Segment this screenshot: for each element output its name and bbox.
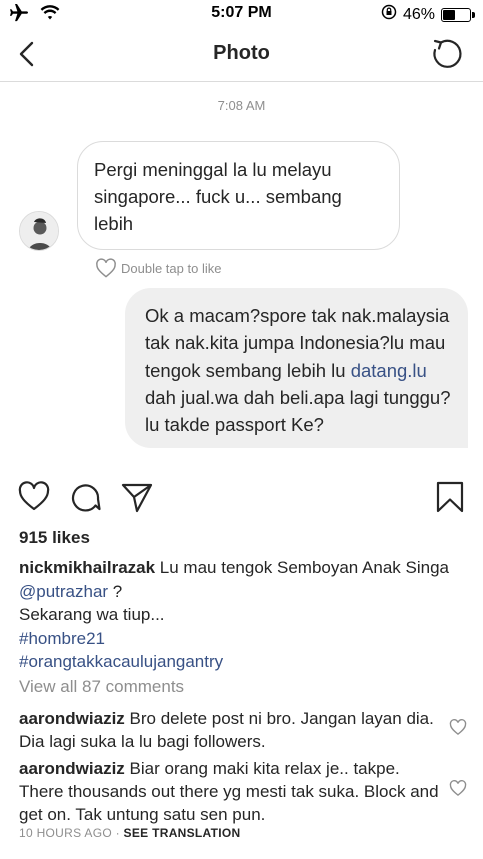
- status-bar: 5:07 PM 46%: [0, 0, 483, 28]
- heart-outline-icon: [449, 719, 467, 735]
- post-time-ago: 10 HOURS AGO: [19, 826, 112, 840]
- comment-icon: [71, 484, 101, 512]
- view-all-comments-link[interactable]: View all 87 comments: [19, 677, 184, 697]
- comment-username[interactable]: aarondwiaziz: [19, 759, 125, 778]
- like-count[interactable]: 915 likes: [19, 528, 90, 548]
- battery-level: [443, 9, 455, 20]
- page-title: Photo: [213, 42, 270, 64]
- caption-text-after: ?: [108, 581, 123, 601]
- heart-outline-icon: [96, 258, 116, 278]
- comment-like-button[interactable]: [449, 779, 467, 797]
- share-button[interactable]: [120, 480, 154, 514]
- see-translation-link[interactable]: SEE TRANSLATION: [124, 826, 241, 840]
- post-footer: 10 HOURS AGO · SEE TRANSLATION: [19, 826, 241, 840]
- message-link[interactable]: datang.lu: [351, 360, 427, 381]
- bookmark-icon: [436, 481, 464, 513]
- message-thread: 7:08 AM Pergi meninggal la lu melayu sin…: [0, 83, 483, 468]
- like-button[interactable]: [17, 480, 51, 514]
- double-tap-label: Double tap to like: [121, 260, 222, 276]
- caption-mention[interactable]: @putrazhar: [19, 582, 108, 601]
- avatar-image: [20, 212, 58, 250]
- post-caption: nickmikhailrazak Lu mau tengok Semboyan …: [19, 556, 469, 674]
- post-actions: [0, 480, 483, 516]
- outgoing-text-end: dah jual.wa dah beli.apa lagi tunggu? lu…: [145, 386, 451, 436]
- hashtag-orangtakkacau[interactable]: #orangtakkacaulujangantry: [19, 650, 469, 674]
- incoming-message-bubble[interactable]: Pergi meninggal la lu melayu singapore..…: [77, 141, 400, 250]
- heart-outline-icon: [449, 780, 467, 796]
- caption-username[interactable]: nickmikhailrazak: [19, 558, 155, 577]
- battery-percent: 46%: [402, 5, 435, 23]
- hashtag-hombre21[interactable]: #hombre21: [19, 627, 469, 651]
- battery-icon: [441, 7, 475, 22]
- double-tap-like-hint[interactable]: Double tap to like: [95, 258, 221, 278]
- refresh-icon: [433, 39, 462, 68]
- outgoing-message-bubble[interactable]: Ok a macam?spore tak nak.malaysia tak na…: [125, 288, 468, 449]
- caption-line-2: Sekarang wa tiup...: [19, 605, 165, 624]
- comment-item: aarondwiaziz Bro delete post ni bro. Jan…: [19, 707, 439, 753]
- caption-line-1: nickmikhailrazak Lu mau tengok Semboyan …: [19, 556, 469, 603]
- comment-like-button[interactable]: [449, 718, 467, 736]
- caption-text: Lu mau tengok Semboyan Anak Singa: [155, 558, 450, 577]
- status-right: 46%: [381, 4, 475, 25]
- save-button[interactable]: [433, 480, 467, 514]
- nav-bar: Photo: [0, 28, 483, 82]
- comment-button[interactable]: [69, 480, 103, 514]
- comment-username[interactable]: aarondwiaziz: [19, 709, 125, 728]
- refresh-button[interactable]: [429, 36, 465, 72]
- comment-item: aarondwiaziz Biar orang maki kita relax …: [19, 757, 439, 826]
- heart-icon: [18, 481, 50, 511]
- message-timestamp: 7:08 AM: [217, 98, 266, 113]
- orientation-lock-icon: [381, 4, 397, 25]
- footer-separator: ·: [111, 826, 124, 840]
- send-icon: [121, 483, 153, 513]
- avatar[interactable]: [19, 211, 59, 251]
